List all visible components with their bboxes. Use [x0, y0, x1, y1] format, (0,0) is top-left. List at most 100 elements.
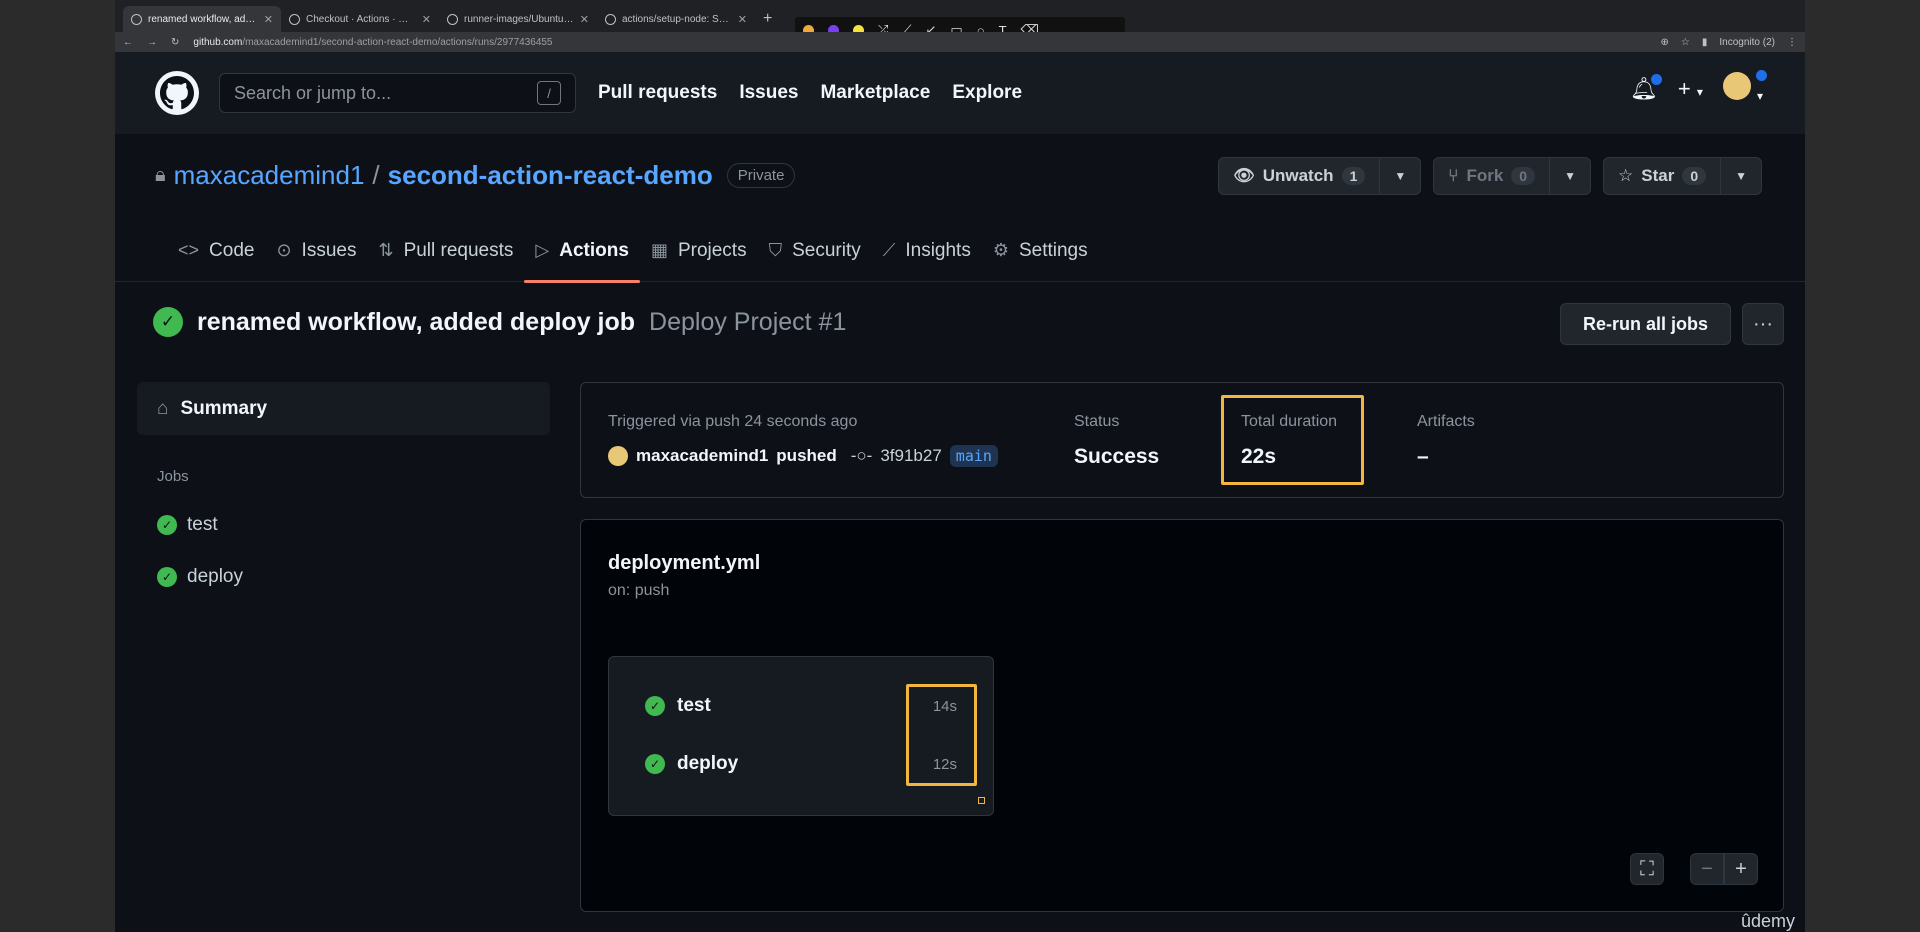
- zoom-out-icon[interactable]: −: [1690, 853, 1724, 885]
- new-tab-icon[interactable]: +: [755, 10, 780, 32]
- commit-sha-link[interactable]: 3f91b27: [880, 446, 941, 466]
- browser-tab[interactable]: actions/setup-node: Set up yo✕: [597, 6, 755, 32]
- sidebar-item-summary[interactable]: ⌂ Summary: [137, 382, 550, 435]
- github-favicon-icon: [447, 13, 458, 25]
- repo-name-link[interactable]: second-action-react-demo: [388, 160, 713, 191]
- bookmark-star-icon[interactable]: ☆: [1681, 37, 1690, 48]
- star-icon: ☆: [1617, 166, 1634, 185]
- close-tab-icon[interactable]: ✕: [738, 13, 747, 26]
- commit-icon: -○-: [850, 446, 873, 465]
- branch-badge[interactable]: main: [949, 445, 998, 467]
- status-value: Success: [1074, 445, 1160, 468]
- artifacts-value: –: [1417, 445, 1429, 468]
- graph-job-test[interactable]: ✓ test: [645, 695, 711, 717]
- url-field[interactable]: github.com/maxacademind1/second-action-r…: [193, 37, 1646, 48]
- zoom-in-icon[interactable]: +: [1724, 853, 1758, 885]
- tab-pull-requests[interactable]: ⇅ Pull requests: [367, 219, 524, 282]
- run-summary-panel: Triggered via push 24 seconds ago maxaca…: [580, 382, 1784, 498]
- chevron-down-icon[interactable]: ▼: [1549, 158, 1590, 194]
- nav-marketplace[interactable]: Marketplace: [820, 82, 930, 104]
- lock-icon: 🔒︎: [155, 164, 166, 186]
- tab-issues[interactable]: ⊙ Issues: [265, 219, 367, 282]
- avatar: [1722, 72, 1751, 100]
- browser-menu-icon[interactable]: ⋮: [1787, 37, 1797, 48]
- run-title: ✓ renamed workflow, added deploy job Dep…: [153, 307, 846, 337]
- zoom-icon[interactable]: ⊕: [1661, 37, 1669, 48]
- gear-icon: ⚙: [992, 240, 1009, 260]
- run-commit-message: renamed workflow, added deploy job: [197, 307, 636, 336]
- chevron-down-icon[interactable]: ▼: [1379, 158, 1420, 194]
- close-tab-icon[interactable]: ✕: [580, 13, 589, 26]
- browser-window: renamed workflow, added dep✕ Checkout · …: [115, 0, 1805, 932]
- browser-tab[interactable]: renamed workflow, added dep✕: [123, 6, 281, 32]
- rerun-all-jobs-button[interactable]: Re-run all jobs: [1559, 303, 1731, 345]
- sidebar-item-job-test[interactable]: ✓ test: [157, 499, 550, 551]
- sidebar-icon[interactable]: ▮: [1702, 37, 1708, 48]
- jobs-heading: Jobs: [157, 468, 189, 485]
- graph-job-deploy[interactable]: ✓ deploy: [645, 753, 738, 775]
- fullscreen-icon[interactable]: ⛶: [1630, 853, 1664, 885]
- browser-tab[interactable]: Checkout · Actions · GitHub M✕: [281, 6, 439, 32]
- run-workflow-label: Deploy Project #1: [649, 307, 847, 336]
- tab-actions[interactable]: ▷ Actions: [524, 219, 640, 283]
- reload-icon[interactable]: ↻: [171, 37, 179, 48]
- chevron-down-icon[interactable]: ▼: [1720, 158, 1761, 194]
- github-logo-icon[interactable]: [155, 71, 199, 115]
- home-icon: ⌂: [157, 397, 169, 419]
- watch-button[interactable]: 👁︎ Unwatch 1 ▼: [1218, 157, 1422, 195]
- watch-count: 1: [1341, 167, 1366, 185]
- incognito-badge[interactable]: Incognito (2): [1719, 37, 1775, 48]
- search-shortcut-key: /: [537, 81, 561, 105]
- workflow-graph-panel: deployment.yml on: push ✓ test 14s ✓ deplo…: [580, 519, 1784, 912]
- github-header: Search or jump to... / Pull requests Iss…: [115, 52, 1805, 134]
- tab-settings[interactable]: ⚙ Settings: [982, 219, 1099, 282]
- star-count: 0: [1682, 167, 1707, 185]
- success-check-icon: ✓: [645, 754, 665, 774]
- tab-security[interactable]: ⛉ Security: [758, 219, 872, 282]
- sidebar-item-job-deploy[interactable]: ✓ deploy: [157, 551, 550, 603]
- tab-insights[interactable]: ⟋ Insights: [872, 219, 982, 282]
- address-bar[interactable]: ← → ↻ github.com/maxacademind1/second-ac…: [115, 32, 1805, 52]
- workflow-trigger: on: push: [608, 582, 670, 599]
- repo-title: 🔒︎ maxacademind1 / second-action-react-d…: [155, 160, 796, 191]
- close-tab-icon[interactable]: ✕: [422, 13, 431, 26]
- durations-highlight-box: [906, 684, 977, 786]
- fork-count: 0: [1511, 167, 1536, 185]
- resize-handle[interactable]: [978, 797, 985, 804]
- bell-icon[interactable]: 🔔︎: [1630, 72, 1664, 102]
- chevron-down-icon: ▾: [1756, 89, 1763, 103]
- graph-icon: ⟋: [882, 240, 896, 260]
- fork-button[interactable]: ⑂ Fork 0 ▼: [1433, 157, 1591, 195]
- user-menu-button[interactable]: ▾: [1722, 68, 1770, 106]
- browser-tab[interactable]: runner-images/Ubuntu2004-R✕: [439, 6, 597, 32]
- status-column: Status Success: [1074, 413, 1160, 468]
- global-nav: Pull requests Issues Marketplace Explore: [598, 82, 1022, 104]
- duration-highlight-box: [1221, 395, 1364, 485]
- issue-icon: ⊙: [276, 240, 292, 260]
- nav-issues[interactable]: Issues: [739, 82, 798, 104]
- nav-pull-requests[interactable]: Pull requests: [598, 82, 717, 104]
- back-icon[interactable]: ←: [123, 37, 133, 48]
- chevron-down-icon: ▾: [1696, 85, 1703, 99]
- repo-owner-link[interactable]: maxacademind1: [174, 160, 365, 191]
- shield-icon: ⛉: [768, 240, 783, 260]
- more-options-button[interactable]: ···: [1742, 303, 1784, 345]
- trigger-text: Triggered via push 24 seconds ago: [608, 413, 858, 430]
- search-input[interactable]: Search or jump to... /: [219, 73, 576, 113]
- github-favicon-icon: [131, 13, 142, 25]
- push-info: maxacademind1 pushed -○- 3f91b27 main: [608, 445, 998, 467]
- repository-header: 🔒︎ maxacademind1 / second-action-react-d…: [115, 134, 1805, 283]
- tab-code[interactable]: <> Code: [167, 219, 265, 282]
- job-group: ✓ test 14s ✓ deploy 12s: [608, 656, 994, 816]
- header-actions: 🔔︎ + ▾ ▾: [1630, 68, 1770, 106]
- repo-tabs: <> Code ⊙ Issues ⇅ Pull requests ▷ Actions ▦…: [167, 219, 1099, 283]
- tab-projects[interactable]: ▦ Projects: [640, 219, 758, 282]
- success-check-icon: ✓: [153, 307, 183, 337]
- create-new-button[interactable]: + ▾: [1678, 76, 1703, 102]
- forward-icon[interactable]: →: [147, 37, 157, 48]
- star-button[interactable]: ☆ Star 0 ▼: [1602, 157, 1762, 195]
- close-tab-icon[interactable]: ✕: [264, 13, 273, 26]
- github-favicon-icon: [289, 13, 300, 25]
- nav-explore[interactable]: Explore: [952, 82, 1022, 104]
- actor-link[interactable]: maxacademind1: [636, 446, 768, 466]
